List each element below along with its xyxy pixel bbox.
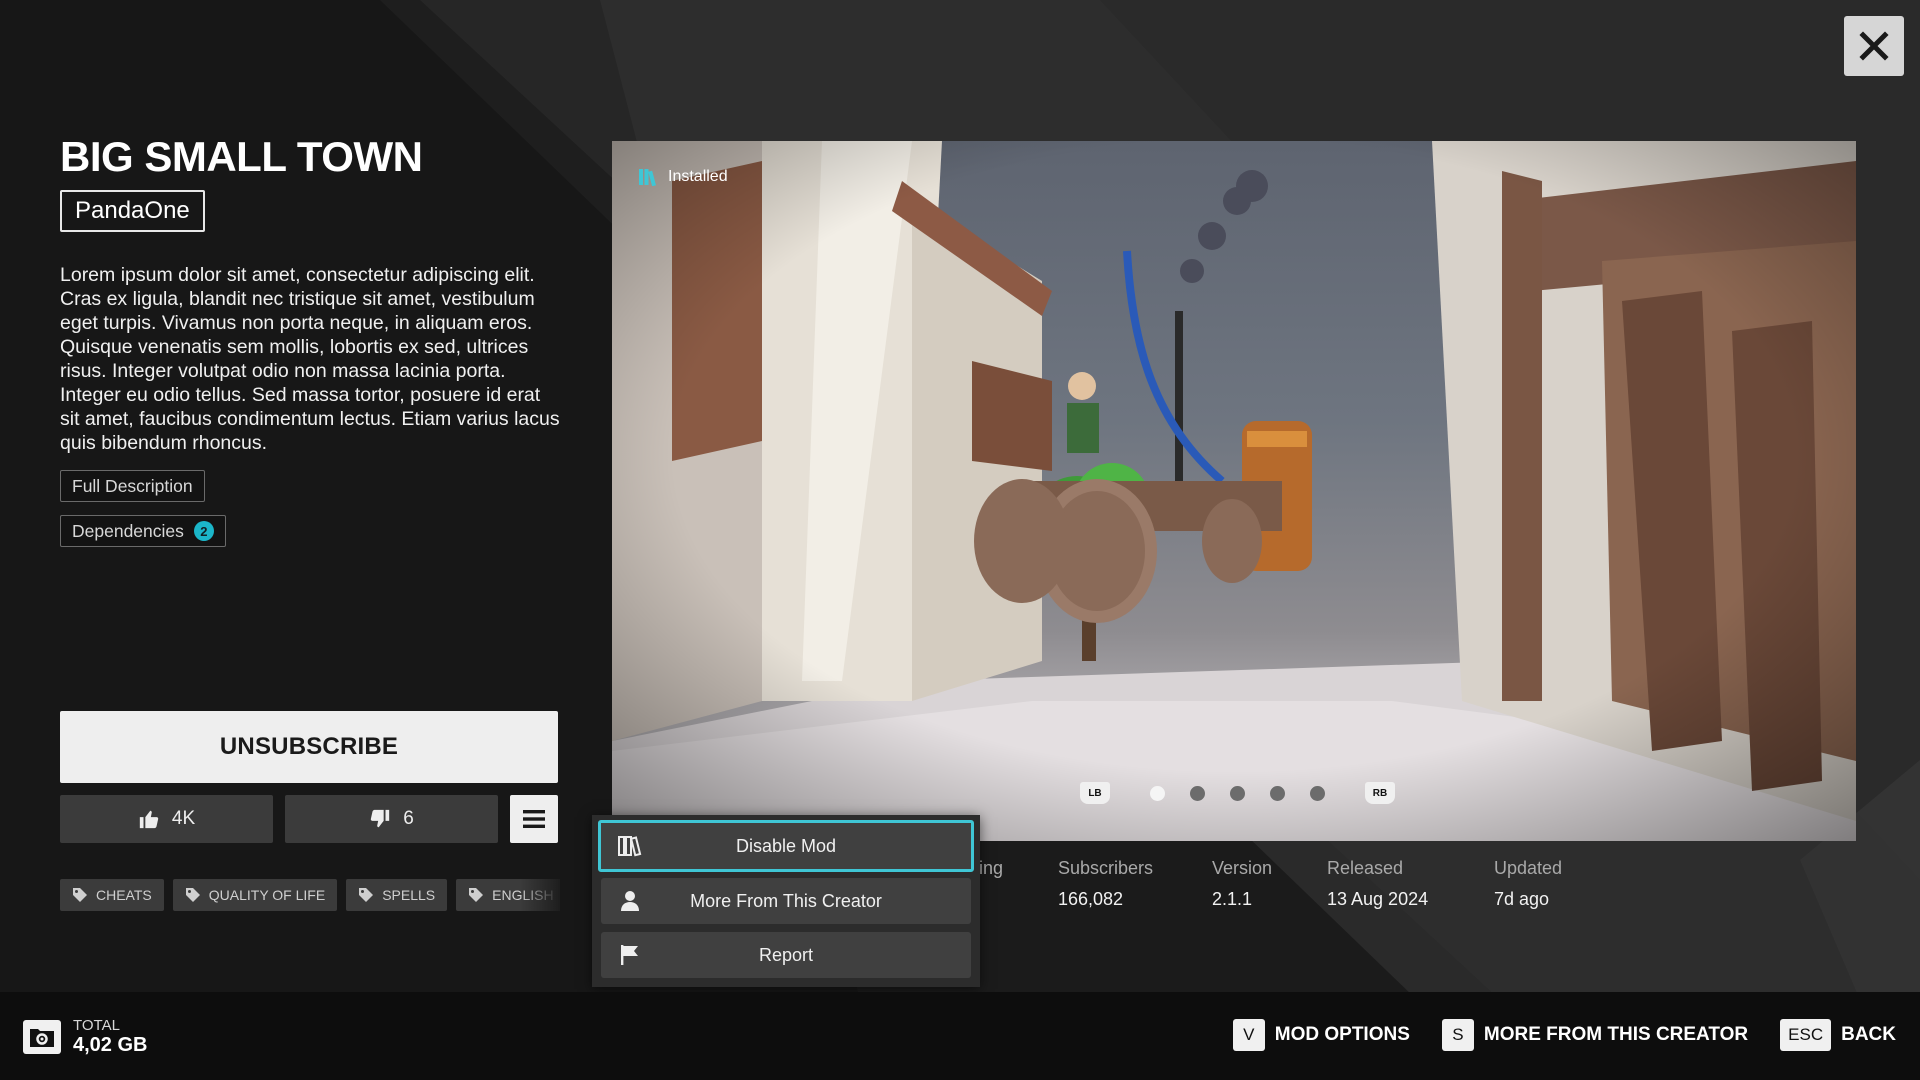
close-button[interactable] [1844, 16, 1904, 76]
total-value: 4,02 GB [73, 1034, 148, 1056]
creator-button[interactable]: PandaOne [60, 190, 205, 232]
dislike-button[interactable]: 6 [285, 795, 498, 843]
folder-gear-icon [23, 1020, 61, 1054]
close-icon [1859, 31, 1889, 61]
stat-label: Updated [1494, 858, 1563, 878]
stat-label: Subscribers [1058, 858, 1154, 878]
stat-value: 7d ago [1494, 889, 1550, 909]
tags-fade [520, 879, 560, 911]
menu-item-label: More From This Creator [690, 890, 882, 911]
key-esc: ESC [1780, 1019, 1832, 1051]
tag-label: QUALITY OF LIFE [208, 887, 326, 903]
stat-label: Version [1212, 858, 1273, 878]
stat-updated: Updated 7d ago [1494, 858, 1562, 910]
carousel-dots [1150, 785, 1325, 801]
dislike-count: 6 [403, 808, 414, 829]
mod-description: Lorem ipsum dolor sit amet, consectetur … [60, 264, 560, 454]
key-s: S [1441, 1019, 1474, 1051]
books-icon [639, 169, 657, 186]
more-from-creator-button[interactable]: More From This Creator [601, 878, 971, 924]
tag-quality-of-life[interactable]: QUALITY OF LIFE [172, 879, 338, 911]
tag-icon [73, 888, 87, 902]
tag-cheats[interactable]: CHEATS [60, 879, 164, 911]
thumbs-up-icon [139, 810, 159, 829]
full-description-button[interactable]: Full Description [60, 470, 205, 502]
full-description-label: Full Description [72, 475, 193, 496]
footer-bar: TOTAL 4,02 GB V MOD OPTIONS S MORE FROM … [0, 992, 1920, 1080]
total-label: TOTAL [73, 1017, 120, 1034]
stat-version: Version 2.1.1 [1212, 858, 1272, 910]
thumbs-down-icon [371, 809, 390, 828]
flag-icon [617, 942, 643, 968]
rb-button[interactable]: RB [1365, 782, 1395, 804]
person-icon [617, 888, 643, 914]
installed-badge: Installed [638, 168, 728, 186]
total-text: TOTAL 4,02 GB [73, 1017, 148, 1057]
hamburger-icon [523, 810, 545, 828]
button-hints: V MOD OPTIONS S MORE FROM THIS CREATOR E… [1232, 1019, 1896, 1051]
dependencies-label: Dependencies [72, 520, 184, 541]
stat-released: Released 13 Aug 2024 [1327, 858, 1428, 910]
mod-title: BIG SMALL TOWN [60, 133, 423, 180]
hint-label: MORE FROM THIS CREATOR [1483, 1024, 1749, 1045]
carousel-dot[interactable] [1270, 785, 1285, 801]
stat-subscribers: Subscribers 166,082 [1058, 858, 1153, 910]
stat-value: 166,082 [1058, 889, 1124, 909]
key-v: V [1232, 1019, 1265, 1051]
stat-label: Released [1327, 858, 1404, 878]
hint-more-from-creator[interactable]: S MORE FROM THIS CREATOR [1441, 1019, 1749, 1051]
hint-label: BACK [1841, 1024, 1896, 1045]
mod-preview-image[interactable]: Installed LB RB [612, 141, 1856, 841]
preview-scene [612, 141, 1856, 841]
tag-icon [469, 888, 484, 902]
tag-icon [359, 888, 374, 902]
hint-back[interactable]: ESC BACK [1780, 1019, 1896, 1051]
report-button[interactable]: Report [601, 932, 971, 978]
disable-mod-button[interactable]: Disable Mod [598, 820, 974, 872]
image-carousel-nav: LB RB [1080, 782, 1395, 804]
carousel-dot[interactable] [1230, 785, 1245, 801]
like-button[interactable]: 4K [60, 795, 273, 843]
carousel-dot[interactable] [1190, 785, 1205, 801]
installed-label: Installed [668, 168, 728, 185]
hint-mod-options[interactable]: V MOD OPTIONS [1232, 1019, 1410, 1051]
unsubscribe-button[interactable]: UNSUBSCRIBE [60, 711, 558, 783]
carousel-dot[interactable] [1310, 785, 1325, 801]
dependencies-count-badge: 2 [193, 521, 214, 541]
tag-label: CHEATS [96, 887, 152, 903]
dependencies-button[interactable]: Dependencies 2 [60, 515, 226, 547]
options-menu-button[interactable] [510, 795, 558, 843]
menu-item-label: Report [758, 944, 814, 965]
hint-label: MOD OPTIONS [1274, 1024, 1410, 1045]
like-count: 4K [171, 808, 196, 829]
carousel-dot[interactable] [1150, 785, 1165, 801]
stat-rating: ing [979, 858, 1003, 879]
stat-label: ing [979, 858, 1004, 878]
tag-spells[interactable]: SPELLS [346, 879, 448, 911]
stat-value: 13 Aug 2024 [1327, 889, 1429, 909]
menu-item-label: Disable Mod [735, 835, 837, 856]
tag-icon [185, 888, 200, 902]
total-size: TOTAL 4,02 GB [23, 1018, 147, 1056]
stat-value: 2.1.1 [1212, 889, 1253, 909]
tag-label: SPELLS [382, 887, 436, 903]
mod-options-menu: Disable Mod More From This Creator Repor… [592, 815, 980, 987]
lb-button[interactable]: LB [1080, 782, 1110, 804]
books-icon [617, 833, 643, 859]
tag-list: CHEATS QUALITY OF LIFE SPELLS ENGLISH [60, 879, 558, 911]
